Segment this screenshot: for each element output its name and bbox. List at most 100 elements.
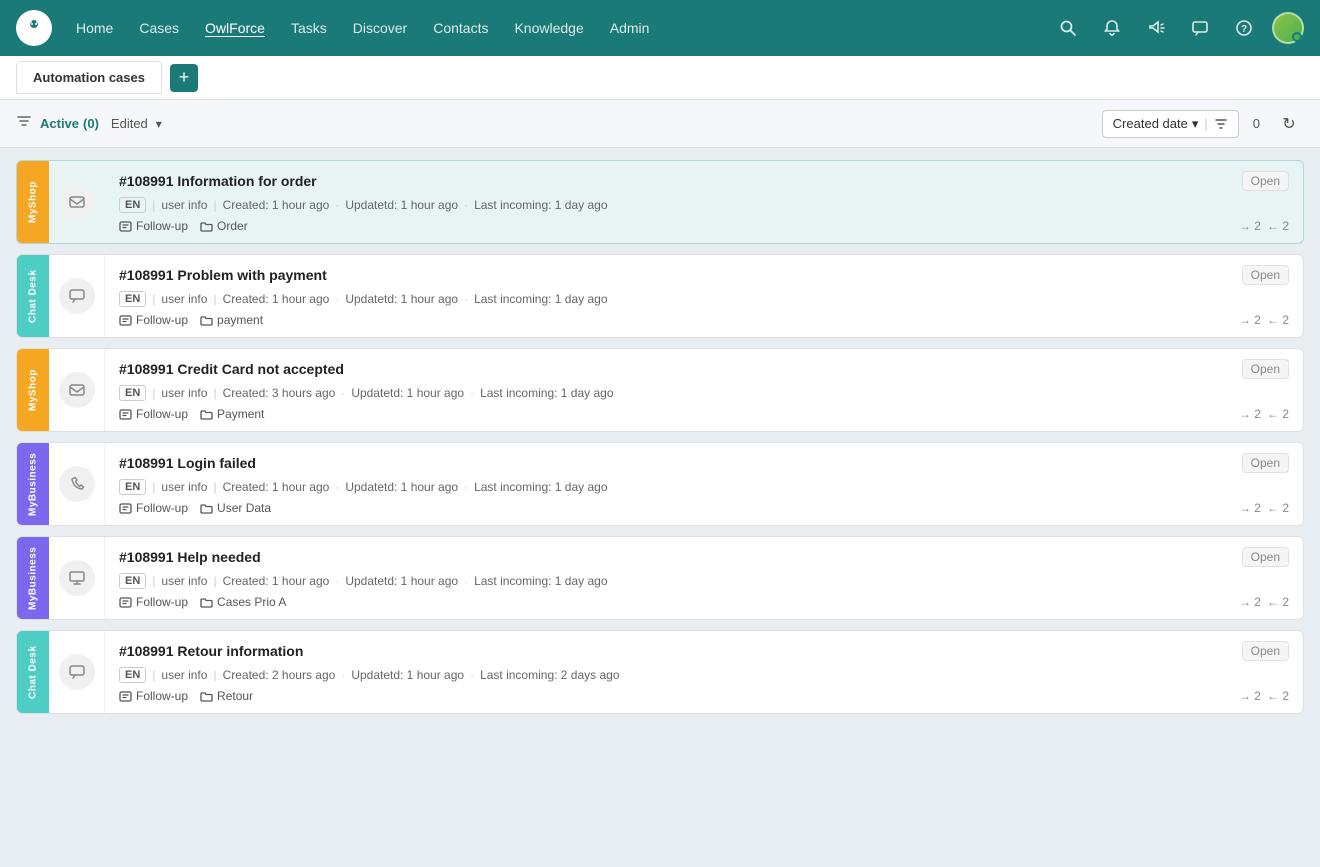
logo[interactable] — [16, 10, 52, 46]
case-status-badge: Open — [1242, 265, 1289, 285]
sort-button[interactable]: Created date ▾ | — [1102, 110, 1239, 138]
automation-cases-tab[interactable]: Automation cases — [16, 61, 162, 94]
chat-icon[interactable] — [1184, 12, 1216, 44]
case-updated: Updatetd: 1 hour ago — [345, 574, 458, 588]
case-channel-icon — [59, 466, 95, 502]
nav-owlforce[interactable]: OwlForce — [193, 14, 277, 42]
folder-icon — [200, 690, 213, 703]
case-channel-icon — [59, 278, 95, 314]
case-user-info: user info — [161, 198, 207, 212]
case-card[interactable]: Chat Desk #108991 Problem with payment O… — [16, 254, 1304, 338]
case-tag-category[interactable]: User Data — [200, 501, 271, 515]
followup-icon — [119, 596, 132, 609]
case-meta: EN | user info | Created: 1 hour ago · U… — [119, 197, 1289, 213]
meta-divider2: | — [213, 480, 216, 494]
arrows-out: → 2 — [1239, 595, 1261, 609]
nav-cases[interactable]: Cases — [127, 14, 191, 42]
case-title[interactable]: #108991 Retour information — [119, 643, 303, 659]
folder-icon — [200, 502, 213, 515]
case-tag-category[interactable]: payment — [200, 313, 263, 327]
cases-list: MyShop #108991 Information for order Ope… — [0, 148, 1320, 867]
case-title[interactable]: #108991 Problem with payment — [119, 267, 327, 283]
tag-category-label: payment — [217, 313, 263, 327]
tag-category-label: User Data — [217, 501, 271, 515]
case-card[interactable]: MyBusiness #108991 Login failed Open EN … — [16, 442, 1304, 526]
case-created: Created: 1 hour ago — [223, 480, 330, 494]
arrows-in: ← 2 — [1267, 501, 1289, 515]
case-title[interactable]: #108991 Login failed — [119, 455, 256, 471]
case-created: Created: 1 hour ago — [223, 198, 330, 212]
sort-label: Created date — [1113, 116, 1188, 131]
case-last-incoming: Last incoming: 1 day ago — [474, 574, 607, 588]
avatar-status-dot — [1292, 32, 1302, 42]
case-user-info: user info — [161, 386, 207, 400]
meta-divider: | — [152, 198, 155, 212]
tag-followup-label: Follow-up — [136, 407, 188, 421]
case-last-incoming: Last incoming: 1 day ago — [474, 292, 607, 306]
case-tag-followup[interactable]: Follow-up — [119, 313, 188, 327]
case-tag-followup[interactable]: Follow-up — [119, 407, 188, 421]
case-header: #108991 Retour information Open — [119, 641, 1289, 661]
meta-divider4: · — [464, 292, 468, 306]
case-card[interactable]: MyBusiness #108991 Help needed Open EN |… — [16, 536, 1304, 620]
refresh-button[interactable]: ↻ — [1274, 109, 1304, 139]
tag-followup-label: Follow-up — [136, 689, 188, 703]
navbar: Home Cases OwlForce Tasks Discover Conta… — [0, 0, 1320, 56]
add-tab-button[interactable]: + — [170, 64, 198, 92]
filter-chevron-icon[interactable]: ▾ — [156, 117, 162, 131]
meta-divider2: | — [213, 668, 216, 682]
meta-divider: | — [152, 292, 155, 306]
meta-divider4: · — [470, 386, 474, 400]
case-arrows: → 2 ← 2 — [1239, 219, 1289, 233]
tag-category-label: Order — [217, 219, 248, 233]
meta-divider3: · — [335, 574, 339, 588]
meta-divider2: | — [213, 198, 216, 212]
case-header: #108991 Help needed Open — [119, 547, 1289, 567]
tag-followup-label: Follow-up — [136, 595, 188, 609]
case-tag-followup[interactable]: Follow-up — [119, 689, 188, 703]
filter-icon[interactable] — [16, 113, 32, 134]
case-footer: Follow-up Payment → 2 ← 2 — [119, 407, 1289, 421]
followup-icon — [119, 690, 132, 703]
active-filter[interactable]: Active (0) — [40, 116, 99, 131]
avatar[interactable] — [1272, 12, 1304, 44]
nav-tasks[interactable]: Tasks — [279, 14, 339, 42]
case-card[interactable]: MyShop #108991 Credit Card not accepted … — [16, 348, 1304, 432]
case-label: MyShop — [17, 161, 49, 243]
arrows-in: ← 2 — [1267, 595, 1289, 609]
case-content: #108991 Retour information Open EN | use… — [105, 631, 1303, 713]
case-content: #108991 Information for order Open EN | … — [105, 161, 1303, 243]
tag-followup-label: Follow-up — [136, 313, 188, 327]
nav-home[interactable]: Home — [64, 14, 125, 42]
meta-divider3: · — [341, 668, 345, 682]
case-tag-category[interactable]: Retour — [200, 689, 253, 703]
case-tag-followup[interactable]: Follow-up — [119, 219, 188, 233]
case-title[interactable]: #108991 Information for order — [119, 173, 317, 189]
case-card[interactable]: MyShop #108991 Information for order Ope… — [16, 160, 1304, 244]
help-icon[interactable]: ? — [1228, 12, 1260, 44]
notifications-icon[interactable] — [1096, 12, 1128, 44]
tag-category-label: Cases Prio A — [217, 595, 286, 609]
meta-divider2: | — [213, 574, 216, 588]
case-title[interactable]: #108991 Credit Card not accepted — [119, 361, 344, 377]
search-icon[interactable] — [1052, 12, 1084, 44]
case-arrows: → 2 ← 2 — [1239, 689, 1289, 703]
case-header: #108991 Login failed Open — [119, 453, 1289, 473]
nav-admin[interactable]: Admin — [598, 14, 662, 42]
case-arrows: → 2 ← 2 — [1239, 407, 1289, 421]
nav-discover[interactable]: Discover — [341, 14, 419, 42]
case-tags: Follow-up Payment — [119, 407, 264, 421]
nav-knowledge[interactable]: Knowledge — [502, 14, 595, 42]
tab-title: Automation cases — [33, 70, 145, 85]
nav-contacts[interactable]: Contacts — [421, 14, 500, 42]
case-card[interactable]: Chat Desk #108991 Retour information Ope… — [16, 630, 1304, 714]
megaphone-icon[interactable] — [1140, 12, 1172, 44]
case-tag-followup[interactable]: Follow-up — [119, 501, 188, 515]
case-tag-followup[interactable]: Follow-up — [119, 595, 188, 609]
case-tag-category[interactable]: Cases Prio A — [200, 595, 286, 609]
case-status-badge: Open — [1242, 547, 1289, 567]
case-title[interactable]: #108991 Help needed — [119, 549, 261, 565]
case-tag-category[interactable]: Order — [200, 219, 248, 233]
case-tag-category[interactable]: Payment — [200, 407, 264, 421]
arrows-in: ← 2 — [1267, 689, 1289, 703]
